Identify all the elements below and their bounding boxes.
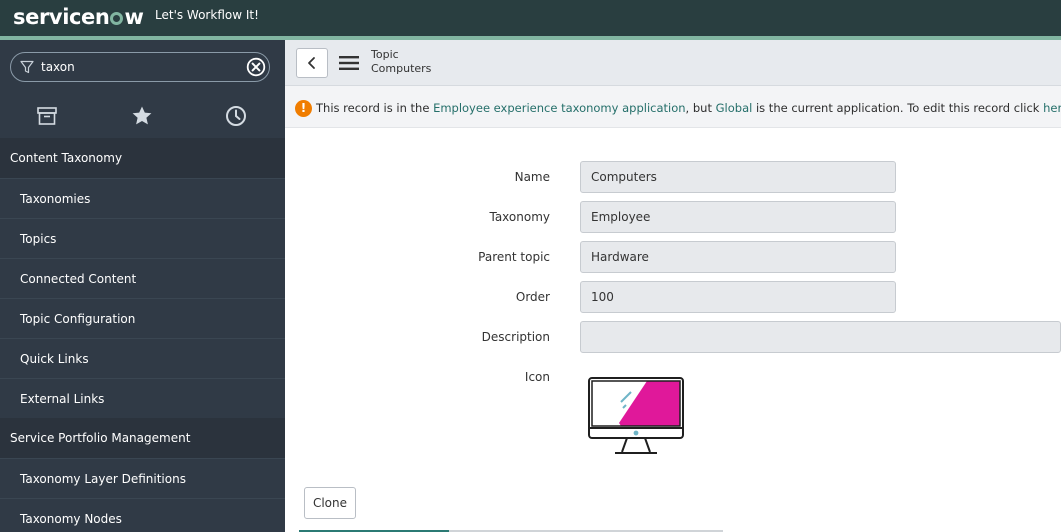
navigator-tabs — [0, 96, 285, 136]
nav-item-taxonomies[interactable]: Taxonomies — [0, 178, 285, 218]
computer-monitor-icon — [588, 377, 684, 454]
logo-text-end: w — [124, 5, 144, 29]
clock-icon[interactable] — [224, 104, 248, 128]
description-field[interactable] — [580, 321, 1061, 353]
nav-item-taxonomy-layer-definitions[interactable]: Taxonomy Layer Definitions — [0, 458, 285, 498]
nav-section-service-portfolio[interactable]: Service Portfolio Management — [0, 418, 285, 458]
scope-text-3: is the current application. To edit this… — [752, 101, 1044, 115]
parent-topic-label: Parent topic — [478, 250, 550, 264]
nav-item-topics[interactable]: Topics — [0, 218, 285, 258]
edit-here-link[interactable]: here — [1043, 101, 1061, 115]
nav-item-taxonomy-nodes[interactable]: Taxonomy Nodes — [0, 498, 285, 532]
clone-button[interactable]: Clone — [304, 487, 356, 519]
scope-message: This record is in the Employee experienc… — [316, 101, 1061, 115]
nav-item-external-links[interactable]: External Links — [0, 378, 285, 418]
archive-icon[interactable] — [35, 104, 59, 128]
back-button[interactable] — [296, 48, 328, 78]
logo-text-start: servicen — [13, 5, 110, 29]
navigator-filter[interactable] — [10, 52, 270, 82]
form-content: Topic Computers ! This record is in the … — [285, 40, 1061, 532]
servicenow-logo[interactable]: servicen w — [13, 5, 144, 29]
application-navigator: Content Taxonomy Taxonomies Topics Conne… — [0, 40, 285, 532]
top-banner: servicen w Let's Workflow It! — [0, 0, 1061, 36]
logo-o-mark-icon — [110, 12, 124, 25]
hamburger-menu-icon[interactable] — [339, 54, 359, 72]
filter-icon — [20, 60, 34, 74]
icon-label: Icon — [524, 370, 550, 384]
navigator-menu: Content Taxonomy Taxonomies Topics Conne… — [0, 138, 285, 532]
scope-text-1: This record is in the — [316, 101, 434, 115]
scope-text-2: , but — [685, 101, 716, 115]
description-label: Description — [481, 330, 550, 344]
global-scope-link[interactable]: Global — [716, 101, 753, 115]
taxonomy-field[interactable] — [580, 201, 896, 233]
taxonomy-label: Taxonomy — [489, 210, 550, 224]
clear-filter-icon[interactable] — [246, 57, 266, 77]
application-link[interactable]: Employee experience taxonomy application — [433, 101, 685, 115]
banner-tagline: Let's Workflow It! — [155, 8, 259, 22]
chevron-left-icon — [308, 57, 315, 69]
record-name: Computers — [371, 62, 432, 75]
form-header: Topic Computers — [285, 40, 1061, 86]
nav-item-quick-links[interactable]: Quick Links — [0, 338, 285, 378]
order-label: Order — [515, 290, 550, 304]
order-field[interactable] — [580, 281, 896, 313]
warning-icon: ! — [295, 100, 312, 117]
navigator-filter-input[interactable] — [41, 58, 241, 76]
nav-section-content-taxonomy[interactable]: Content Taxonomy — [0, 138, 285, 178]
record-type: Topic — [371, 48, 399, 61]
nav-item-connected-content[interactable]: Connected Content — [0, 258, 285, 298]
application-scope-notice: ! This record is in the Employee experie… — [285, 86, 1061, 128]
nav-item-topic-configuration[interactable]: Topic Configuration — [0, 298, 285, 338]
star-icon[interactable] — [130, 104, 154, 128]
name-field[interactable] — [580, 161, 896, 193]
parent-topic-field[interactable] — [580, 241, 896, 273]
name-label: Name — [514, 170, 550, 184]
